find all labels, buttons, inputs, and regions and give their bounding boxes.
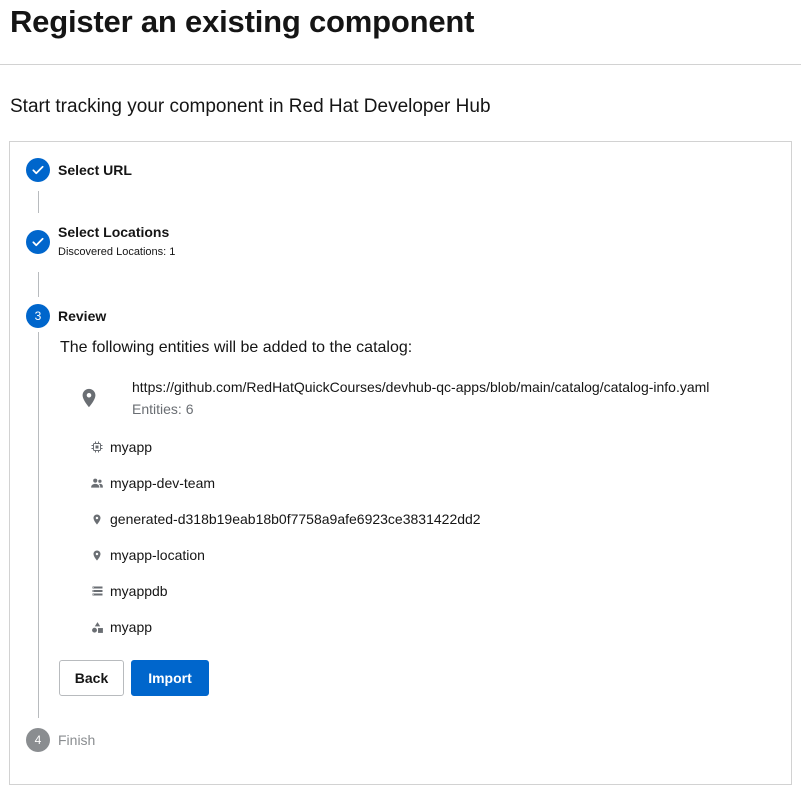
step-4-label: Finish	[58, 732, 96, 748]
location-pin-icon	[90, 512, 104, 526]
page-subtitle: Start tracking your component in Red Hat…	[10, 96, 491, 117]
list-item: generated-d318b19eab18b0f7758a9afe6923ce…	[90, 509, 481, 529]
step-2-label: Select Locations	[58, 224, 170, 240]
list-item: myapp-dev-team	[90, 473, 215, 493]
location-entities-count: Entities: 6	[132, 401, 194, 417]
step-connector	[38, 191, 39, 213]
import-button[interactable]: Import	[131, 660, 209, 696]
location-url: https://github.com/RedHatQuickCourses/de…	[132, 379, 710, 395]
location-pin-icon	[82, 388, 96, 408]
step-3-label: Review	[58, 308, 107, 324]
entity-name: myapp-location	[110, 547, 205, 563]
component-icon	[90, 440, 104, 454]
location-pin-icon	[90, 548, 104, 562]
title-divider	[0, 64, 801, 65]
step-4-indicator: 4	[26, 728, 50, 752]
list-item: myapp-location	[90, 545, 205, 565]
step-2-sublabel: Discovered Locations: 1	[58, 246, 176, 258]
list-item: myapp	[90, 617, 152, 637]
entity-name: myappdb	[110, 583, 168, 599]
resource-icon	[90, 584, 104, 598]
step-1-indicator	[26, 158, 50, 182]
review-intro-text: The following entities will be added to …	[60, 339, 413, 356]
entity-name: generated-d318b19eab18b0f7758a9afe6923ce…	[110, 511, 481, 527]
list-item: myapp	[90, 437, 152, 457]
entity-name: myapp	[110, 619, 153, 635]
system-icon	[90, 620, 104, 634]
register-stepper-card: Select URL Select Locations Discovered L…	[9, 141, 792, 785]
entity-name: myapp	[110, 439, 153, 455]
entity-name: myapp-dev-team	[110, 475, 216, 491]
check-icon	[32, 237, 44, 247]
step-connector	[38, 332, 39, 718]
check-icon	[32, 165, 44, 175]
step-3-indicator: 3	[26, 304, 50, 328]
back-button[interactable]: Back	[59, 660, 124, 696]
page-title: Register an existing component	[10, 4, 475, 39]
step-1-label: Select URL	[58, 162, 132, 178]
step-connector	[38, 272, 39, 297]
step-2-indicator	[26, 230, 50, 254]
group-icon	[90, 476, 104, 490]
list-item: myappdb	[90, 581, 168, 601]
